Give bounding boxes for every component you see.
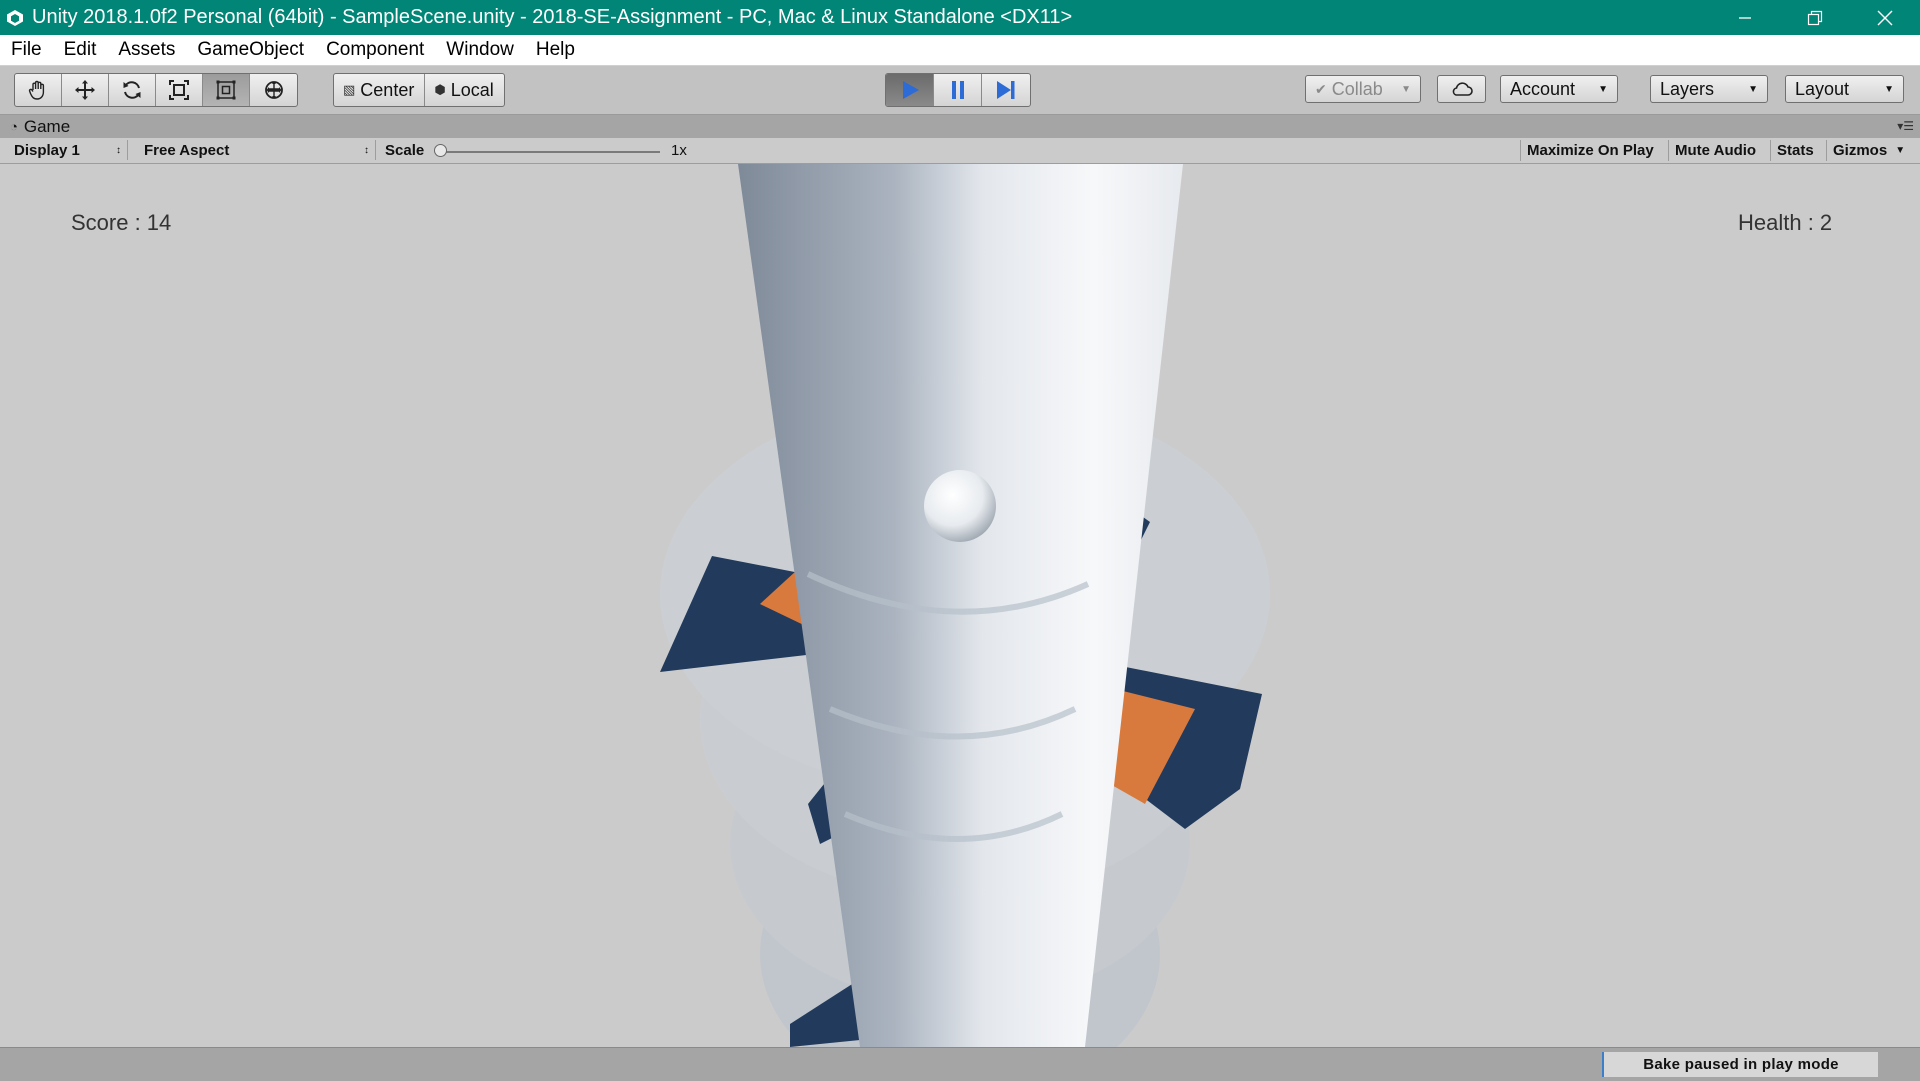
menu-window[interactable]: Window [435,35,525,65]
pivot-local-button[interactable]: ⬢ Local [425,74,503,106]
updown-icon: ↕ [364,144,369,156]
scale-value: 1x [671,142,687,159]
menu-file[interactable]: File [0,35,53,65]
pause-icon [951,81,964,99]
window-title: Unity 2018.1.0f2 Personal (64bit) - Samp… [32,6,1073,28]
chevron-down-icon: ▼ [1895,145,1906,156]
mute-audio-label: Mute Audio [1675,142,1757,159]
check-icon: ✔ [1315,80,1327,97]
pivot-center-button[interactable]: ▧ Center [334,74,426,106]
play-icon [902,81,919,99]
aspect-label: Free Aspect [144,141,230,159]
scale-label: Scale [385,142,425,159]
cube-icon: ⬢ [434,82,446,97]
scale-tool-button[interactable] [156,74,203,106]
unity-logo-icon [7,9,23,26]
maximize-on-play-label: Maximize On Play [1527,142,1654,159]
gizmos-label: Gizmos [1833,142,1888,159]
updown-icon: ↕ [116,144,121,156]
chevron-down-icon: ▼ [1598,83,1608,95]
pause-button[interactable] [934,74,982,106]
transform-tools [14,73,298,107]
layout-label: Layout [1795,78,1850,99]
menu-bar: File Edit Assets GameObject Component Wi… [0,35,1920,66]
rotate-icon [123,81,141,99]
game-view[interactable]: Score : 14 Health : 2 [0,164,1920,1047]
pivot-label: Center [360,79,415,100]
display-label: Display 1 [14,141,80,159]
menu-gameobject[interactable]: GameObject [186,35,315,65]
menu-help[interactable]: Help [525,35,586,65]
score-label: Score : 14 [71,210,172,235]
tab-game[interactable]: ◔ Game [10,115,70,138]
scale-slider-handle[interactable] [434,144,447,157]
transform-icon [264,81,283,99]
stats-label: Stats [1777,142,1814,159]
rotate-tool-button[interactable] [109,74,156,106]
rect-transform-icon [216,80,236,100]
status-message: Bake paused in play mode [1602,1052,1878,1077]
minimize-icon [1739,16,1751,19]
close-icon [1877,10,1893,25]
transform-tool-button[interactable] [250,74,297,106]
account-dropdown[interactable]: Account ▼ [1500,75,1618,103]
menu-edit[interactable]: Edit [53,35,108,65]
restore-icon [1807,10,1823,25]
display-dropdown[interactable]: Display 1 ↕ [8,140,128,160]
scale-icon [169,80,189,100]
main-toolbar: ▧ Center ⬢ Local ✔ Collab ▼ Account ▼ La… [0,66,1920,115]
stats-toggle[interactable]: Stats [1770,140,1820,161]
maximize-on-play-toggle[interactable]: Maximize On Play [1520,140,1660,161]
hand-icon [28,80,45,100]
move-icon [75,80,95,100]
chevron-down-icon: ▼ [1748,83,1758,95]
collab-dropdown[interactable]: ✔ Collab ▼ [1305,75,1421,103]
cloud-button[interactable] [1437,75,1486,103]
pacman-icon: ◔ [10,119,18,134]
menu-assets[interactable]: Assets [107,35,186,65]
collab-label: Collab [1331,78,1383,99]
hand-tool-button[interactable] [15,74,62,106]
player-ball [924,470,996,542]
tab-game-label: Game [23,116,71,136]
play-button[interactable] [886,74,934,106]
pivot-toggles: ▧ Center ⬢ Local [333,73,505,107]
title-bar: Unity 2018.1.0f2 Personal (64bit) - Samp… [0,0,1920,35]
pivot-icon: ▧ [343,82,356,97]
layers-label: Layers [1660,78,1715,99]
minimize-button[interactable] [1710,0,1780,35]
rect-tool-button[interactable] [203,74,250,106]
chevron-down-icon: ▼ [1401,83,1411,95]
gizmos-toggle[interactable]: Gizmos ▼ [1826,140,1911,161]
status-bar: Bake paused in play mode [0,1047,1920,1081]
layers-dropdown[interactable]: Layers ▼ [1650,75,1768,103]
space-label: Local [450,79,494,100]
play-controls [885,73,1031,107]
game-scene [660,164,1270,1047]
step-icon [997,81,1015,99]
mute-audio-toggle[interactable]: Mute Audio [1668,140,1762,161]
layout-dropdown[interactable]: Layout ▼ [1785,75,1904,103]
health-label: Health : 2 [1738,210,1833,235]
restore-button[interactable] [1780,0,1850,35]
step-button[interactable] [982,74,1030,106]
tab-menu-icon[interactable]: ▾☰ [1897,119,1914,133]
account-label: Account [1510,78,1576,99]
chevron-down-icon: ▼ [1884,83,1894,95]
move-tool-button[interactable] [62,74,109,106]
aspect-dropdown[interactable]: Free Aspect ↕ [138,140,376,160]
scale-slider-track[interactable] [442,151,660,153]
game-view-toolbar: Display 1 ↕ Free Aspect ↕ Scale 1x Maxim… [0,138,1920,164]
status-text: Bake paused in play mode [1643,1056,1839,1073]
cloud-icon [1452,82,1473,96]
game-tab-bar: ◔ Game ▾☰ [0,115,1920,138]
close-button[interactable] [1850,0,1920,35]
menu-component[interactable]: Component [315,35,435,65]
